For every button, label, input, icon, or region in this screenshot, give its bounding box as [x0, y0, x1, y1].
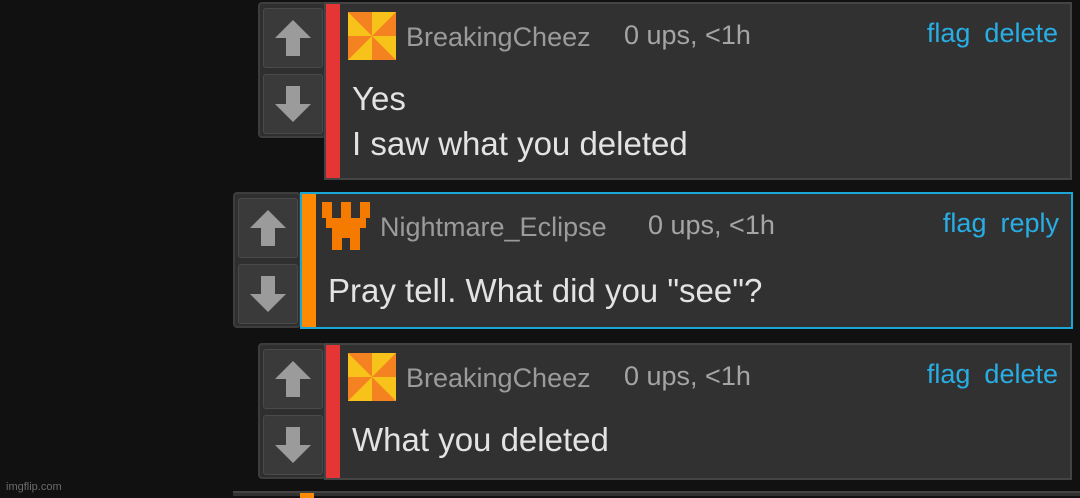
vote-box: [258, 343, 326, 479]
downvote-button[interactable]: [263, 74, 323, 134]
arrow-down-icon: [250, 276, 286, 312]
comment-body: Pray tell. What did you "see"?: [328, 268, 762, 313]
delete-link[interactable]: delete: [984, 359, 1058, 390]
upvote-button[interactable]: [263, 8, 323, 68]
comment-stripe: [302, 194, 316, 327]
comment-line: What you deleted: [352, 421, 609, 458]
vote-box: [258, 2, 326, 138]
arrow-down-icon: [275, 86, 311, 122]
comment-line: I saw what you deleted: [352, 125, 688, 162]
downvote-button[interactable]: [238, 264, 298, 324]
arrow-down-icon: [275, 427, 311, 463]
upvote-button[interactable]: [238, 198, 298, 258]
comment-meta: 0 ups, <1h: [624, 361, 751, 391]
comment-meta: 0 ups, <1h: [648, 210, 775, 240]
pinwheel-avatar-icon[interactable]: [348, 353, 396, 401]
upvote-button[interactable]: [263, 349, 323, 409]
arrow-up-icon: [275, 361, 311, 397]
comment-author[interactable]: BreakingCheez: [406, 363, 591, 394]
next-comment-edge: [233, 491, 1080, 498]
flag-link[interactable]: flag: [943, 208, 987, 239]
vote-box: [233, 192, 301, 328]
reply-link[interactable]: reply: [1000, 208, 1059, 239]
comment-actions: flag reply: [943, 208, 1059, 239]
comment-card: BreakingCheez 0 ups, <1h flag delete Yes…: [324, 2, 1072, 180]
comment-author[interactable]: Nightmare_Eclipse: [380, 212, 607, 243]
comment-card: BreakingCheez 0 ups, <1h flag delete Wha…: [324, 343, 1072, 480]
flag-link[interactable]: flag: [927, 359, 971, 390]
castle-avatar-icon[interactable]: [322, 202, 370, 250]
comment-stripe: [326, 345, 340, 478]
comment-meta: 0 ups, <1h: [624, 20, 751, 50]
arrow-up-icon: [275, 20, 311, 56]
watermark: imgflip.com: [6, 481, 62, 493]
comment-line: Pray tell. What did you "see"?: [328, 272, 763, 309]
flag-link[interactable]: flag: [927, 18, 971, 49]
comment-actions: flag delete: [927, 359, 1058, 390]
comment-author[interactable]: BreakingCheez: [406, 22, 591, 53]
comment-stripe: [326, 4, 340, 178]
comment-body: What you deleted: [352, 417, 609, 462]
comment-actions: flag delete: [927, 18, 1058, 49]
comment-card: Nightmare_Eclipse 0 ups, <1h flag reply …: [300, 192, 1073, 329]
arrow-up-icon: [250, 210, 286, 246]
delete-link[interactable]: delete: [984, 18, 1058, 49]
downvote-button[interactable]: [263, 415, 323, 475]
comment-body: Yes I saw what you deleted: [352, 76, 688, 166]
pinwheel-avatar-icon[interactable]: [348, 12, 396, 60]
comment-line: Yes: [352, 80, 406, 117]
